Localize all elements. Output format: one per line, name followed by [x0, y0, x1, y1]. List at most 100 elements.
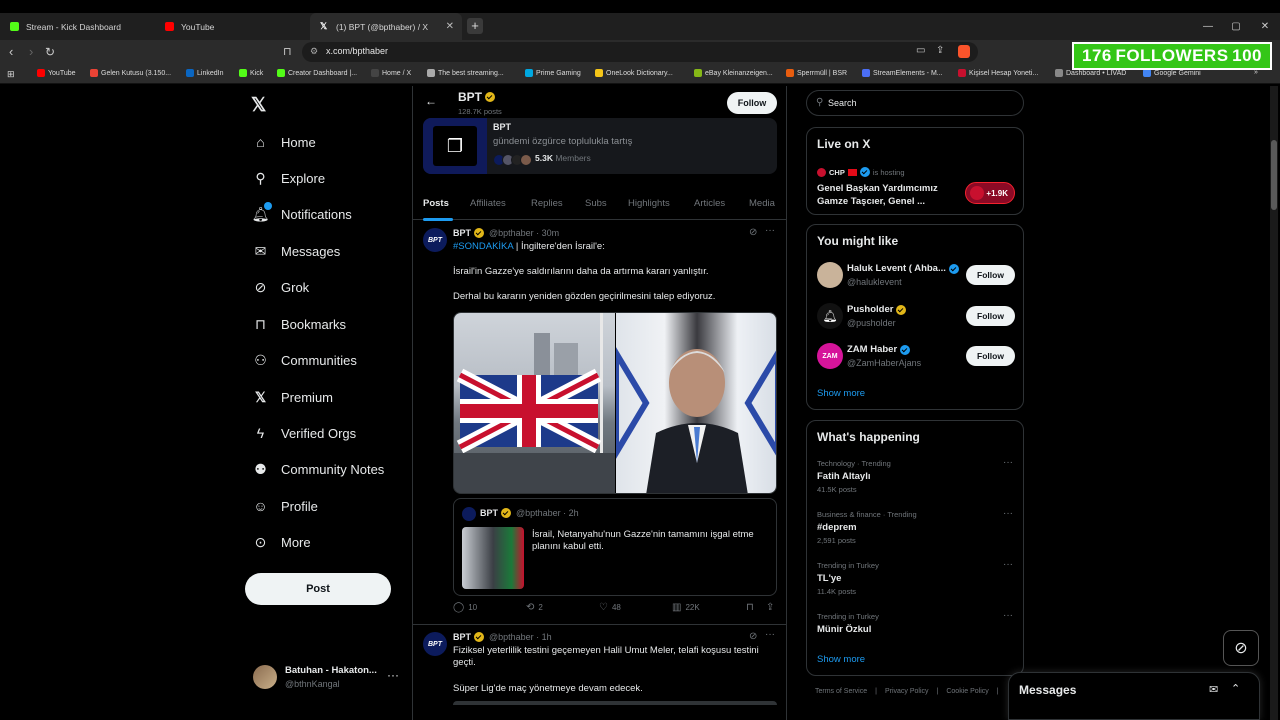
nav-communities[interactable]: ⚇ Communities [251, 348, 357, 372]
nav-home[interactable]: ⌂ Home [251, 130, 315, 154]
tab-posts[interactable]: Posts [423, 198, 449, 209]
repost-button[interactable]: ⟲ 2 [526, 602, 543, 613]
follow-button[interactable]: Follow [966, 265, 1015, 285]
live-listeners-pill[interactable]: +1.9K [965, 182, 1015, 204]
community-card[interactable]: ❐ BPT gündemi özgürce toplulukla tartış … [423, 118, 777, 174]
bookmark-item[interactable]: YouTube [37, 69, 76, 77]
bookmark-item[interactable]: Prime Gaming [525, 69, 581, 77]
live-stream-title[interactable]: Genel Başkan Yardımcımız Gamze Taşcıer, … [817, 182, 957, 208]
nav-profile[interactable]: ☺ Profile [251, 494, 318, 518]
bookmark-item[interactable]: Kişisel Hesap Yoneti... [958, 69, 1038, 77]
nav-premium[interactable]: 𝕏 Premium [251, 385, 333, 409]
apps-grid-icon[interactable]: ⊞ [7, 69, 15, 80]
show-more-link[interactable]: Show more [817, 388, 865, 399]
bookmark-item[interactable]: Home / X [371, 69, 411, 77]
trend-item[interactable]: Trending in Turkey TL'ye 11.4K posts ··· [817, 559, 1017, 601]
hashtag-link[interactable]: #SONDAKİKA [453, 241, 513, 252]
nav-community-notes[interactable]: ⚉ Community Notes [251, 457, 384, 481]
trend-item[interactable]: Trending in Turkey Münir Özkul ··· [817, 610, 1017, 652]
grok-icon[interactable]: ⊘ [749, 631, 757, 642]
expand-icon[interactable]: ⌃ [1231, 682, 1240, 695]
scrollbar-thumb[interactable] [1271, 140, 1277, 210]
more-dots-icon[interactable]: ··· [387, 668, 399, 682]
cookie-link[interactable]: Cookie Policy [946, 688, 988, 695]
trend-item[interactable]: Business & finance · Trending #deprem 2,… [817, 508, 1017, 550]
tweet-image[interactable] [453, 312, 777, 494]
nav-messages[interactable]: ✉ Messages [251, 239, 341, 263]
terms-link[interactable]: Terms of Service [815, 688, 867, 695]
close-tab-icon[interactable]: ✕ [446, 21, 454, 32]
more-dots-icon[interactable]: ··· [765, 629, 775, 640]
brave-shield-icon[interactable] [958, 45, 970, 58]
show-more-link[interactable]: Show more [817, 654, 865, 665]
follow-button[interactable]: Follow [727, 92, 777, 114]
nav-more[interactable]: ⊙ More [251, 530, 311, 554]
back-arrow-icon[interactable]: ← [425, 94, 437, 108]
reply-button[interactable]: ◯ 10 [453, 602, 477, 613]
bookmark-item[interactable]: StreamElements - M... [862, 69, 943, 77]
grok-icon[interactable]: ⊘ [749, 227, 757, 238]
suggested-user[interactable]: ZAM ZAM Haber @ZamHaberAjans Follow [817, 341, 1017, 371]
nav-bookmarks[interactable]: ⊓ Bookmarks [251, 312, 346, 336]
page-scrollbar[interactable] [1270, 86, 1278, 720]
tab-kick[interactable]: Stream - Kick Dashboard [0, 13, 155, 40]
tab-highlights[interactable]: Highlights [628, 198, 670, 209]
bookmark-item[interactable]: The best streaming... [427, 69, 504, 77]
bookmark-item[interactable]: Google Gemini [1143, 69, 1201, 77]
tweet-image[interactable] [453, 701, 777, 705]
account-switcher[interactable]: Batuhan - Hakaton... @bthnKangal ··· [253, 663, 403, 693]
bookmark-icon[interactable]: ⊓ [283, 44, 292, 60]
more-bookmarks-icon[interactable]: » [1254, 69, 1258, 76]
tab-subs[interactable]: Subs [585, 198, 607, 209]
bookmark-item[interactable]: Dashboard • LIVAD [1055, 69, 1126, 77]
tab-replies[interactable]: Replies [531, 198, 563, 209]
tab-youtube[interactable]: YouTube [155, 13, 310, 40]
more-dots-icon[interactable]: ··· [1003, 610, 1013, 621]
tab-articles[interactable]: Articles [694, 198, 725, 209]
like-button[interactable]: ♡ 48 [599, 602, 621, 613]
follow-button[interactable]: Follow [966, 346, 1015, 366]
nav-notifications[interactable]: 🔔︎ Notifications [251, 201, 352, 226]
messages-dock[interactable]: Messages ✉ ⌃ [1008, 672, 1260, 720]
tab-affiliates[interactable]: Affiliates [470, 198, 506, 209]
new-message-icon[interactable]: ✉ [1209, 683, 1218, 696]
share-icon[interactable]: ⇪ [936, 45, 944, 56]
nav-explore[interactable]: ⚲ Explore [251, 166, 325, 190]
more-dots-icon[interactable]: ··· [1003, 457, 1013, 468]
x-logo-icon[interactable]: 𝕏 [251, 94, 266, 117]
screen-icon[interactable]: ▭ [916, 45, 925, 56]
forward-icon[interactable]: › [29, 44, 33, 60]
share-button[interactable]: ⇪ [766, 602, 778, 613]
suggested-user[interactable]: Haluk Levent ( Ahba... @haluklevent Foll… [817, 260, 1017, 290]
more-dots-icon[interactable]: ··· [765, 225, 775, 236]
more-dots-icon[interactable]: ··· [1003, 508, 1013, 519]
follow-button[interactable]: Follow [966, 306, 1015, 326]
bookmark-item[interactable]: Gelen Kutusu (3.150... [90, 69, 171, 77]
privacy-link[interactable]: Privacy Policy [885, 688, 929, 695]
post-button[interactable]: Post [245, 573, 391, 605]
suggested-user[interactable]: 🔔︎ Pusholder @pusholder Follow [817, 301, 1017, 331]
search-input[interactable]: ⚲ Search [806, 90, 1024, 116]
reload-icon[interactable]: ↻ [45, 44, 55, 60]
bookmark-item[interactable]: Sperrmüll | BSR [786, 69, 847, 77]
nav-verified-orgs[interactable]: ϟ Verified Orgs [251, 421, 356, 445]
maximize-button[interactable]: ▢ [1226, 13, 1246, 40]
bookmark-item[interactable]: Creator Dashboard |... [277, 69, 357, 77]
bookmark-item[interactable]: LinkedIn [186, 69, 223, 77]
bookmark-item[interactable]: eBay Kleinanzeigen... [694, 69, 773, 77]
trend-item[interactable]: Technology · Trending Fatih Altaylı 41.5… [817, 457, 1017, 499]
minimize-button[interactable]: — [1198, 13, 1218, 40]
site-info-icon[interactable]: ⚙ [310, 46, 318, 57]
bookmark-item[interactable]: OneLook Dictionary... [595, 69, 673, 77]
close-window-button[interactable]: ✕ [1255, 13, 1275, 40]
back-icon[interactable]: ‹ [9, 44, 13, 60]
new-tab-button[interactable]: + [467, 18, 483, 34]
views-button[interactable]: ▥ 22K [672, 602, 700, 613]
more-dots-icon[interactable]: ··· [1003, 559, 1013, 570]
tab-media[interactable]: Media [749, 198, 775, 209]
address-bar[interactable]: ⚙ x.com/bpthaber ▭ ⇪ [302, 42, 978, 62]
nav-grok[interactable]: ⊘ Grok [251, 275, 310, 299]
grok-floating-button[interactable]: ⊘ [1223, 630, 1259, 666]
quoted-tweet[interactable]: BPT @bpthaber · 2h İsrail, Netanyahu'nun … [453, 498, 777, 596]
bookmark-item[interactable]: Kick [239, 69, 263, 77]
